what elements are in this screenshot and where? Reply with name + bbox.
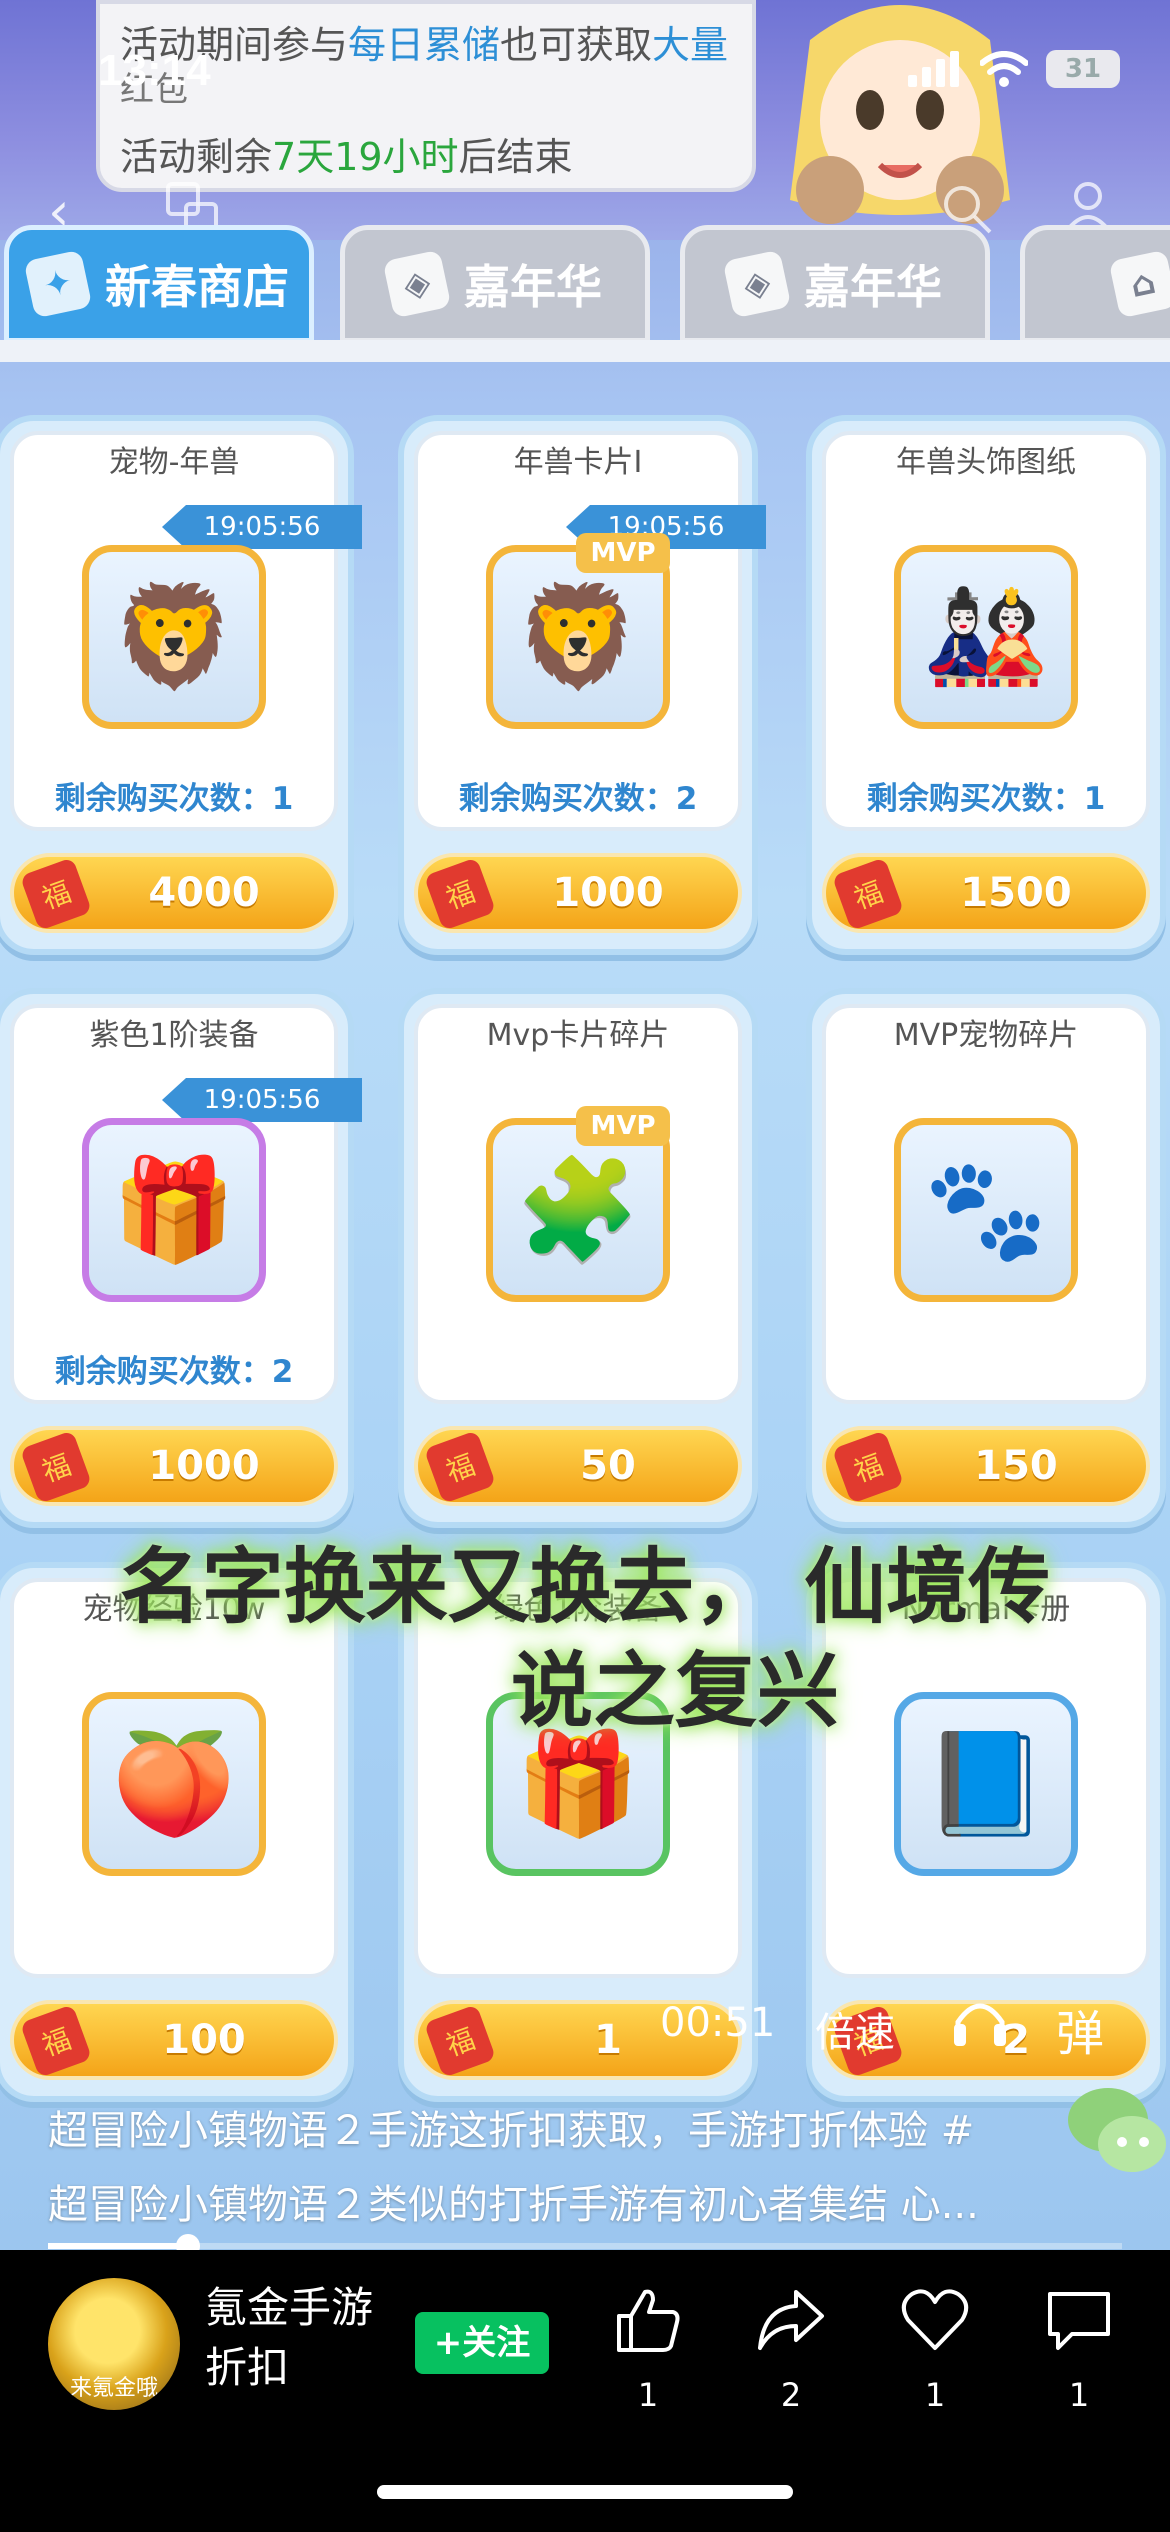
tab-carnival-2[interactable]: ◈ 嘉年华 [680, 225, 990, 343]
like-button[interactable]: 1 [593, 2286, 703, 2414]
thumbs-up-icon [617, 2289, 680, 2352]
notice-line-1: 活动期间参与每日累储也可获取大量 [120, 23, 729, 67]
shop-tabs: ✦ 新春商店 ◈ 嘉年华 ◈ 嘉年华 ⌂ 东 [0, 225, 1170, 345]
buy-button[interactable]: 福 1500 [822, 853, 1150, 933]
item-name: 紫色1阶装备 [89, 1018, 259, 1053]
item-price: 1500 [960, 870, 1072, 916]
paw-puzzle-icon: 🐾 [894, 1118, 1078, 1302]
author-name[interactable]: 氪金手游 折扣 [205, 2278, 405, 2398]
tab-store[interactable]: ⌂ 东 [1020, 225, 1170, 343]
notice-line-3: 活动剩余7天19小时后结束 [120, 135, 573, 179]
item-name: 宠物-年兽 [108, 445, 240, 480]
item-name: Mvp卡片碎片 [486, 1018, 670, 1053]
shop-item-card[interactable]: Mvp卡片碎片 🧩 MVP 福 50 [398, 988, 758, 1528]
tab-divider [0, 340, 1170, 362]
home-indicator[interactable] [377, 2485, 793, 2499]
shop-item-card[interactable]: 宠物-年兽 19:05:56 🦁 剩余购买次数：1 福 4000 [0, 415, 362, 955]
heart-icon [901, 2289, 969, 2350]
wechat-share-icon[interactable] [1062, 2080, 1170, 2180]
battery-icon: 31 [1046, 50, 1120, 88]
share-arrow-icon [758, 2290, 824, 2350]
avatar[interactable]: 来氪金哦 [48, 2278, 180, 2410]
avatar-caption: 来氪金哦 [69, 2376, 158, 2401]
tab-new-year-shop[interactable]: ✦ 新春商店 [4, 225, 314, 343]
status-time: 13:14 [98, 46, 211, 95]
shop-item-card[interactable]: MVP宠物碎片 🐾 福 150 [806, 988, 1166, 1528]
ticket-icon: ◈ [382, 249, 452, 319]
ticket-icon: ◈ [722, 249, 792, 319]
shop-item-card[interactable]: 年兽头饰图纸 🎎 剩余购买次数：1 福 1500 [806, 415, 1166, 955]
item-remaining: 剩余购买次数：2 [458, 781, 698, 817]
item-timer: 19:05:56 [162, 1078, 362, 1122]
progress-fill [48, 2243, 188, 2249]
speed-button[interactable]: 倍速 [815, 2000, 895, 2058]
video-description-line-1[interactable]: 超冒险小镇物语２手游这折扣获取，手游打折体验 # [48, 2098, 974, 2156]
item-name: 年兽头饰图纸 [896, 445, 1076, 480]
purple-chest-icon: 🎁 [82, 1118, 266, 1302]
lion-dance-icon: 🦁 [82, 545, 266, 729]
buy-button[interactable]: 福 1000 [414, 853, 742, 933]
item-timer: 19:05:56 [162, 505, 362, 549]
signal-icon [908, 51, 959, 87]
store-icon: ⌂ [1108, 249, 1170, 319]
item-remaining: 剩余购买次数：2 [54, 1354, 294, 1390]
tab-carnival-1[interactable]: ◈ 嘉年华 [340, 225, 650, 343]
item-name: MVP宠物碎片 [893, 1018, 1079, 1053]
item-remaining: 剩余购买次数：1 [866, 781, 1106, 817]
favorite-count: 1 [924, 2376, 946, 2414]
item-name: 年兽卡片Ⅰ [513, 445, 643, 480]
item-remaining: 剩余购买次数：1 [54, 781, 294, 817]
shop-ticket-icon: ✦ [23, 249, 93, 319]
headphones-icon[interactable] [950, 1994, 1010, 2050]
item-price: 50 [580, 1443, 636, 1489]
buy-button[interactable]: 福 150 [822, 1426, 1150, 1506]
follow-button[interactable]: +关注 [415, 2312, 549, 2374]
item-price: 150 [974, 1443, 1058, 1489]
comment-bubble-icon [1048, 2292, 1110, 2350]
event-notice: 活动期间参与每日累储也可获取大量 红包 活动剩余7天19小时后结束 [96, 0, 756, 192]
item-price: 2 [1002, 2017, 1030, 2063]
favorite-button[interactable]: 1 [880, 2286, 990, 2414]
buy-button[interactable]: 福 4000 [10, 853, 338, 933]
video-subtitle-line-2: 说之复兴 [510, 1644, 839, 1739]
item-price: 1000 [552, 870, 664, 916]
like-count: 1 [637, 2376, 659, 2414]
mvp-badge: MVP [576, 533, 670, 573]
video-player[interactable]: 活动期间参与每日累储也可获取大量 红包 活动剩余7天19小时后结束 13:14 … [0, 0, 1170, 2250]
status-icons: 31 [908, 50, 1120, 88]
danmaku-toggle[interactable]: 弹 [1056, 1994, 1104, 2064]
share-count: 2 [780, 2376, 802, 2414]
item-price: 1000 [148, 1443, 260, 1489]
buy-button[interactable]: 福 50 [414, 1426, 742, 1506]
lion-headwear-icon: 🎎 [894, 545, 1078, 729]
item-price: 100 [162, 2017, 246, 2063]
video-subtitle-line-1: 名字换来又换去， 仙境传 [119, 1540, 1051, 1635]
mvp-badge: MVP [576, 1106, 670, 1146]
item-price: 4000 [148, 870, 260, 916]
comment-count: 1 [1068, 2376, 1090, 2414]
shop-item-card[interactable]: 年兽卡片Ⅰ 19:05:56 🦁 MVP 剩余购买次数：2 福 1000 [398, 415, 766, 955]
buy-button[interactable]: 福 1000 [10, 1426, 338, 1506]
wifi-icon [980, 51, 1028, 87]
buy-button[interactable]: 福 100 [10, 2000, 338, 2080]
shop-item-card[interactable]: 紫色1阶装备 19:05:56 🎁 剩余购买次数：2 福 1000 [0, 988, 362, 1528]
share-button[interactable]: 2 [736, 2286, 846, 2414]
playback-time: 00:51 [660, 2000, 776, 2046]
progress-track[interactable] [48, 2243, 1122, 2249]
comment-button[interactable]: 1 [1024, 2286, 1134, 2414]
video-description-line-2[interactable]: 超冒险小镇物语２类似的打折手游有初心者集结 心... [48, 2172, 979, 2230]
